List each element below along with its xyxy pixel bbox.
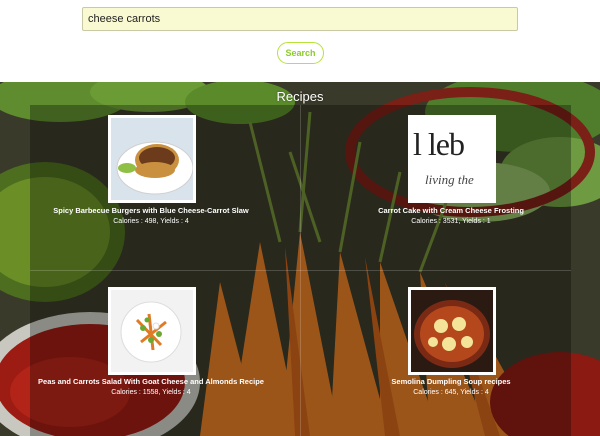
recipe-card[interactable]: Spicy Barbecue Burgers with Blue Cheese-… [16, 115, 286, 265]
search-input[interactable] [82, 7, 518, 31]
recipe-thumbnail-burger[interactable] [108, 115, 196, 203]
grid-divider-horizontal [30, 270, 571, 271]
thumbnail-logo-text: l leb [413, 126, 465, 162]
recipe-card[interactable]: Semolina Dumpling Soup recipes Calories … [316, 287, 586, 427]
recipe-title[interactable]: Semolina Dumpling Soup recipes [316, 377, 586, 386]
recipe-card[interactable]: l leb living the Carrot Cake with Cream … [316, 115, 586, 265]
recipe-title[interactable]: Carrot Cake with Cream Cheese Frosting [316, 206, 586, 215]
recipe-thumbnail-soup[interactable] [408, 287, 496, 375]
recipe-thumbnail-salad[interactable] [108, 287, 196, 375]
recipe-meta: Calories : 645, Yields : 4 [413, 389, 489, 396]
recipe-thumbnail-blog-logo[interactable]: l leb living the [408, 115, 496, 203]
recipe-meta: Calories : 498, Yields : 4 [113, 218, 189, 225]
section-title: Recipes [276, 89, 324, 104]
recipe-meta: Calories : 3531, Yields : 1 [411, 218, 491, 225]
search-button[interactable]: Search [277, 42, 324, 64]
recipe-title[interactable]: Peas and Carrots Salad With Goat Cheese … [16, 377, 286, 386]
recipe-card[interactable]: Peas and Carrots Salad With Goat Cheese … [16, 287, 286, 427]
thumbnail-logo-subtext: living the [425, 172, 474, 187]
recipe-title[interactable]: Spicy Barbecue Burgers with Blue Cheese-… [16, 206, 286, 215]
recipe-meta: Calories : 1558, Yields : 4 [111, 389, 191, 396]
